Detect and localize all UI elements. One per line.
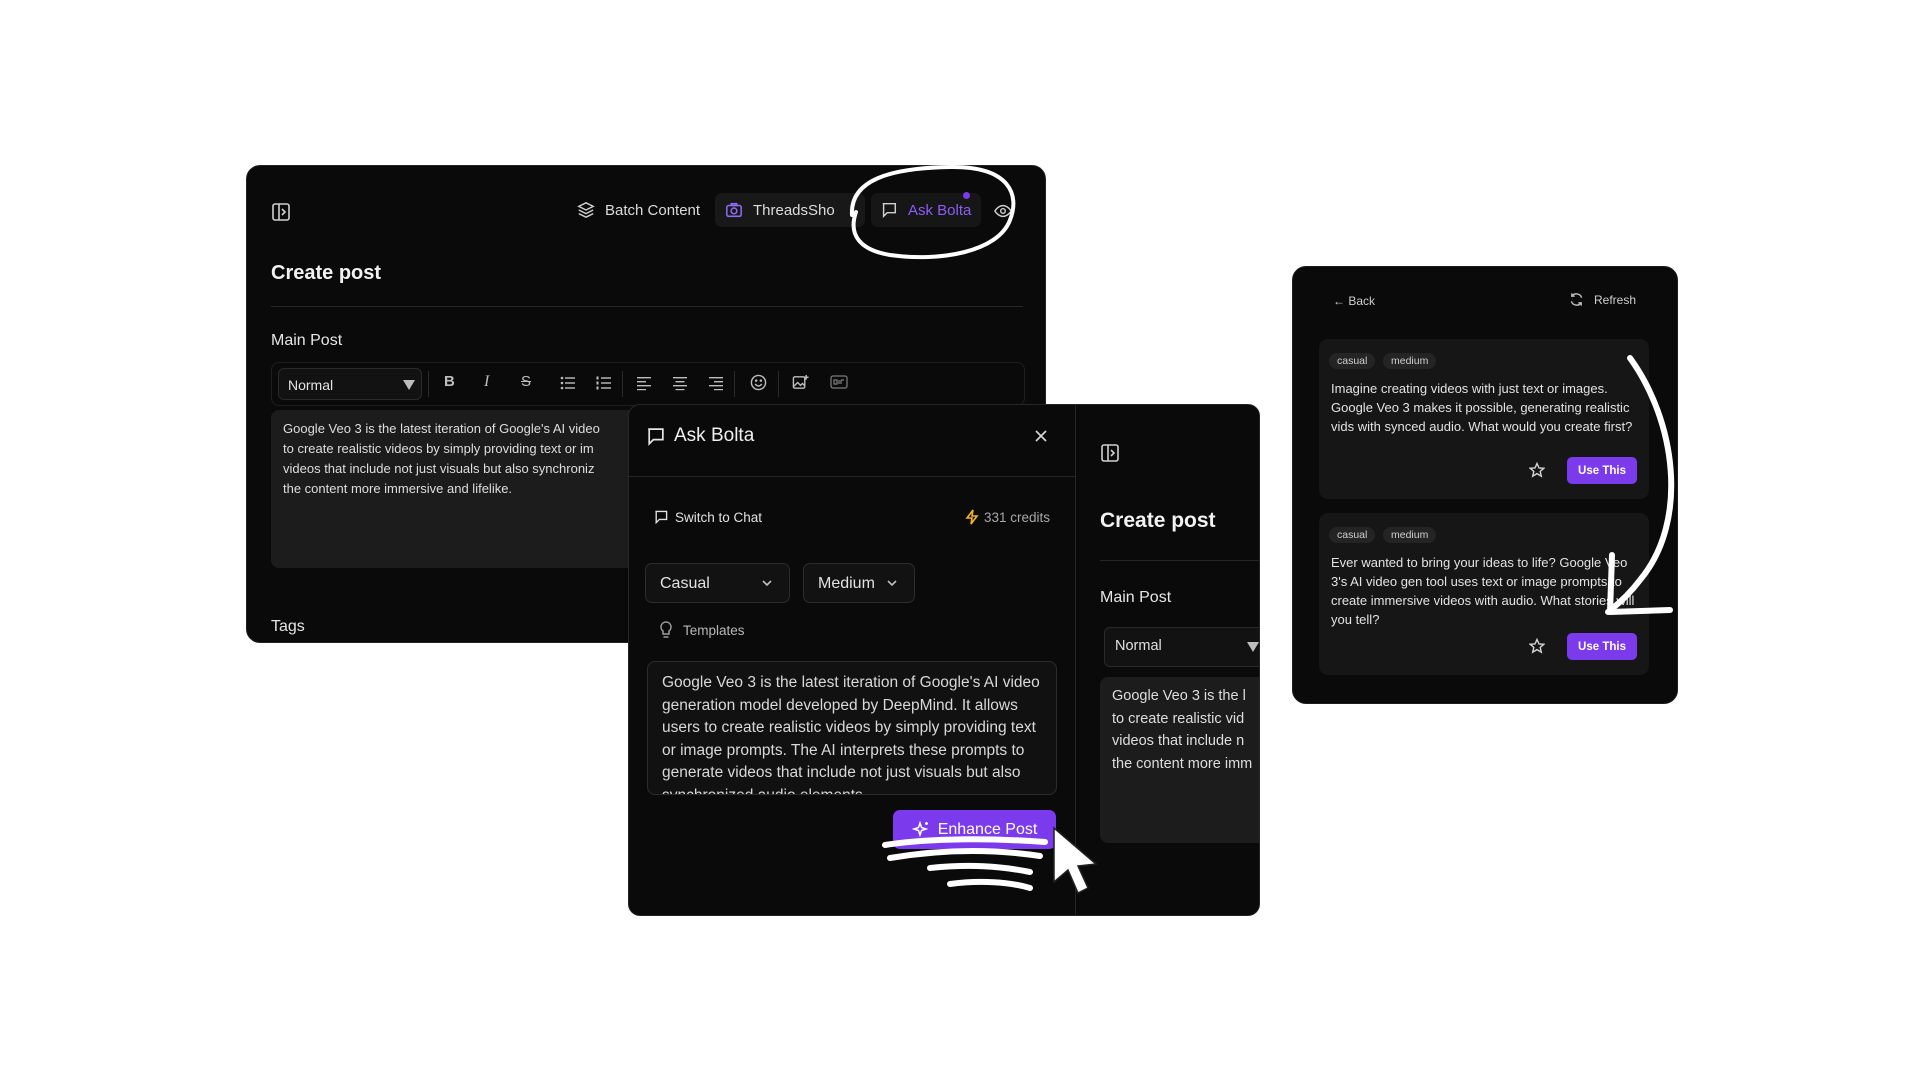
chat-icon (645, 426, 666, 447)
ask-bolta-panel: Ask Bolta Switch to Chat 331 credits Cas… (628, 404, 1260, 916)
tone-value: Casual (660, 575, 710, 592)
credits-label: 331 credits (984, 509, 1051, 525)
emoji-icon[interactable] (750, 374, 767, 391)
length-value: Medium (818, 575, 875, 592)
main-post-label: Main Post (271, 332, 343, 349)
format-select-value: Normal (1115, 638, 1162, 654)
post-line: to create realistic vid (1112, 710, 1245, 727)
sparkles-icon (911, 820, 930, 839)
formatting-toolbar: Normal B I S (271, 362, 1025, 406)
dropdown-arrow-icon (403, 380, 415, 390)
format-select-value: Normal (288, 377, 334, 393)
align-center-icon[interactable] (672, 375, 688, 391)
chevron-down-icon (761, 577, 773, 589)
enhance-post-label: Enhance Post (937, 820, 1038, 838)
templates-button[interactable]: Templates (659, 621, 745, 639)
create-post-preview: Create post Main Post Normal Google Veo … (1075, 405, 1259, 915)
image-add-icon[interactable] (792, 374, 809, 391)
back-button[interactable]: ← Back (1333, 294, 1375, 308)
suggestion-card: casual medium Ever wanted to bring your … (1319, 513, 1649, 675)
suggestion-text: Ever wanted to bring your ideas to life?… (1331, 555, 1635, 627)
length-tag: medium (1383, 527, 1437, 543)
align-left-icon[interactable] (636, 375, 652, 391)
tone-tag: casual (1329, 353, 1376, 369)
switch-to-chat-label: Switch to Chat (675, 509, 763, 525)
dropdown-arrow-icon (1247, 642, 1259, 652)
length-tag: medium (1383, 353, 1437, 369)
refresh-label: Refresh (1594, 292, 1637, 307)
align-right-icon[interactable] (708, 375, 724, 391)
post-line: Google Veo 3 is the l (1112, 688, 1246, 704)
use-this-button[interactable]: Use This (1567, 633, 1637, 660)
header-divider (629, 476, 1075, 477)
length-select[interactable]: Medium (803, 563, 915, 603)
toolbar-separator (622, 371, 623, 397)
star-icon[interactable] (1529, 638, 1545, 654)
ask-bolta-label: Ask Bolta (908, 201, 972, 219)
credits-display: 331 credits (965, 509, 1050, 525)
toolbar-separator (428, 371, 429, 397)
suggestion-text: Imagine creating videos with just text o… (1331, 381, 1633, 434)
numbered-list-icon[interactable] (596, 375, 612, 391)
ask-bolta-title: Ask Bolta (674, 425, 755, 446)
threadsshot-button[interactable]: ThreadsSho (725, 201, 835, 219)
post-line: the content more imm (1112, 755, 1253, 772)
use-this-button[interactable]: Use This (1567, 457, 1637, 484)
chevron-down-icon (886, 577, 898, 589)
batch-content-label: Batch Content (605, 201, 701, 219)
toolbar-separator (734, 371, 735, 397)
italic-icon[interactable]: I (484, 373, 489, 391)
star-icon[interactable] (1529, 462, 1545, 478)
format-select[interactable]: Normal (1104, 627, 1259, 667)
prompt-textarea[interactable]: Google Veo 3 is the latest iteration of … (647, 661, 1057, 795)
page-title: Create post (271, 262, 382, 284)
gif-icon[interactable] (830, 375, 848, 389)
lightning-icon (965, 509, 979, 525)
threadsshot-label: ThreadsSho (753, 201, 835, 219)
sidebar-toggle-icon[interactable] (271, 202, 291, 222)
suggestion-card: casual medium Imagine creating videos wi… (1319, 339, 1649, 499)
notification-dot (963, 192, 970, 199)
bullet-list-icon[interactable] (560, 375, 576, 391)
suggestions-panel: ← Back Refresh casual medium Imagine cre… (1292, 266, 1678, 704)
chat-icon (653, 509, 669, 525)
layers-icon (577, 201, 595, 219)
ask-bolta-button[interactable]: Ask Bolta (880, 201, 971, 219)
page-title: Create post (1100, 509, 1216, 532)
sidebar-toggle-icon[interactable] (1100, 443, 1120, 463)
tone-select[interactable]: Casual (645, 563, 790, 603)
post-line: videos that include n (1112, 733, 1245, 749)
batch-content-button[interactable]: Batch Content (577, 201, 700, 219)
camera-icon (725, 201, 743, 219)
refresh-icon (1569, 292, 1584, 307)
title-divider (271, 306, 1023, 307)
strikethrough-icon[interactable]: S (521, 373, 531, 390)
switch-to-chat-button[interactable]: Switch to Chat (653, 509, 762, 525)
close-icon[interactable] (1034, 429, 1048, 443)
lightbulb-icon (659, 621, 673, 639)
title-divider (1100, 560, 1259, 561)
bold-icon[interactable]: B (444, 373, 455, 390)
toolbar-separator (778, 371, 779, 397)
chat-icon (880, 201, 898, 219)
eye-icon[interactable] (994, 202, 1012, 220)
tags-label: Tags (271, 618, 305, 635)
templates-label: Templates (683, 622, 745, 638)
main-post-label: Main Post (1100, 589, 1172, 606)
post-editor[interactable]: Google Veo 3 is the l to create realisti… (1100, 677, 1259, 843)
refresh-button[interactable]: Refresh (1569, 292, 1636, 307)
enhance-post-button[interactable]: Enhance Post (893, 810, 1056, 849)
tone-tag: casual (1329, 527, 1376, 543)
format-select[interactable]: Normal (278, 368, 422, 400)
